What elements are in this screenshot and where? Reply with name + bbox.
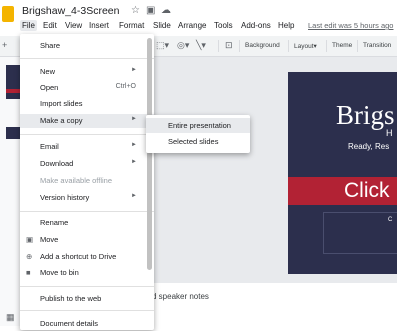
shape-icon[interactable]: ◎▾: [177, 40, 189, 51]
menu-item-email[interactable]: Email ►: [20, 140, 154, 154]
menu-item-publish[interactable]: Publish to the web: [20, 292, 154, 306]
menu-divider: [20, 134, 154, 135]
select-icon[interactable]: ⬚▾: [156, 40, 169, 51]
menu-item-open[interactable]: Open Ctrl+O: [20, 81, 154, 95]
line-icon[interactable]: ╲▾: [196, 40, 206, 51]
document-title[interactable]: Brigshaw_4-3Screen: [22, 5, 119, 17]
menu-divider: [20, 310, 154, 311]
submenu-item-label: Entire presentation: [168, 121, 231, 130]
menu-slide[interactable]: Slide: [151, 20, 173, 31]
move-folder-icon: ▣: [26, 235, 34, 244]
chevron-right-icon: ►: [131, 67, 137, 73]
star-icon[interactable]: ☆: [131, 5, 140, 16]
menu-arrange[interactable]: Arrange: [176, 20, 208, 31]
menu-divider: [20, 58, 154, 59]
slide-thumbnail[interactable]: [6, 127, 20, 139]
menu-tools[interactable]: Tools: [212, 20, 235, 31]
menu-item-label: Make a copy: [40, 116, 83, 125]
add-slide-icon[interactable]: +: [2, 40, 7, 50]
menu-divider: [20, 286, 154, 287]
menu-item-label: Share: [40, 41, 61, 50]
chevron-right-icon: ►: [131, 159, 137, 165]
menu-item-move-to-bin[interactable]: ■ Move to bin: [20, 266, 154, 280]
slide-box-text: C: [388, 217, 393, 223]
chevron-right-icon: ►: [131, 142, 137, 148]
menu-insert[interactable]: Insert: [87, 20, 111, 31]
grid-view-icon[interactable]: ▦: [6, 312, 15, 323]
menu-item-label: Email: [40, 142, 59, 151]
menu-edit[interactable]: Edit: [41, 20, 59, 31]
submenu-item-entire-presentation[interactable]: Entire presentation: [146, 118, 250, 133]
folder-icon[interactable]: ▣: [146, 5, 155, 16]
slide-filmstrip: [0, 57, 20, 326]
menu-item-label: Version history: [40, 193, 90, 202]
toolbar-divider: [288, 40, 289, 52]
toolbar-divider: [357, 40, 358, 52]
menu-item-version-history[interactable]: Version history ►: [20, 191, 154, 205]
menu-item-label: Rename: [40, 218, 69, 227]
background-button[interactable]: Background: [245, 42, 280, 49]
menu-item-download[interactable]: Download ►: [20, 157, 154, 171]
transition-button[interactable]: Transition: [363, 42, 391, 49]
speaker-notes[interactable]: d speaker notes: [152, 292, 209, 301]
menu-file[interactable]: File: [20, 20, 37, 31]
comment-icon[interactable]: ⊡: [225, 40, 233, 51]
submenu-item-label: Selected slides: [168, 137, 219, 146]
cloud-icon[interactable]: ☁: [161, 5, 171, 16]
toolbar-divider: [326, 40, 327, 52]
menu-item-label: New: [40, 67, 56, 76]
menu-item-make-a-copy[interactable]: Make a copy ►: [20, 114, 154, 128]
menu-item-add-shortcut[interactable]: ⊕ Add a shortcut to Drive: [20, 250, 154, 264]
chevron-right-icon: ►: [131, 193, 137, 199]
menu-format[interactable]: Format: [117, 20, 146, 31]
menu-item-label: Download: [40, 159, 74, 168]
shortcut-text: Ctrl+O: [115, 83, 136, 90]
thumbnail-band: [6, 89, 20, 93]
menu-item-label: Document details: [40, 319, 98, 328]
menu-item-share[interactable]: Share: [20, 39, 154, 53]
menu-item-make-available-offline: Make available offline: [20, 174, 154, 188]
last-edit-link[interactable]: Last edit was 5 hours ago: [308, 21, 393, 30]
menu-view[interactable]: View: [63, 20, 84, 31]
submenu-item-selected-slides[interactable]: Selected slides: [146, 134, 250, 149]
shortcut-icon: ⊕: [26, 252, 33, 261]
toolbar-divider: [239, 40, 240, 52]
menu-item-label: Add a shortcut to Drive: [40, 252, 117, 261]
menu-item-label: Move: [40, 235, 59, 244]
menu-item-new[interactable]: New ►: [20, 65, 154, 79]
menu-scrollbar[interactable]: [147, 38, 152, 270]
menu-item-rename[interactable]: Rename: [20, 216, 154, 230]
menu-help[interactable]: Help: [276, 20, 296, 31]
trash-icon: ■: [26, 268, 31, 277]
menu-item-import-slides[interactable]: Import slides: [20, 97, 154, 111]
slide-click-text[interactable]: Click: [344, 179, 390, 203]
slide-canvas[interactable]: Brigs H Ready, Res Click C: [288, 72, 397, 274]
chevron-right-icon: ►: [131, 116, 137, 122]
slide-heading-text[interactable]: H: [386, 128, 393, 138]
menu-item-label: Open: [40, 83, 59, 92]
menu-item-label: Publish to the web: [40, 294, 102, 303]
slide-text-box[interactable]: [323, 212, 397, 254]
menu-item-label: Move to bin: [40, 268, 79, 277]
menubar: File Edit View Insert Format Slide Arran…: [0, 20, 397, 34]
menu-item-move[interactable]: ▣ Move: [20, 233, 154, 247]
toolbar-divider: [218, 40, 219, 52]
slide-title-text[interactable]: Brigs: [336, 100, 395, 131]
layout-button[interactable]: Layout▾: [294, 42, 317, 50]
file-menu: Share New ► Open Ctrl+O Import slides Ma…: [20, 34, 154, 330]
make-a-copy-submenu: Entire presentation Selected slides: [146, 115, 250, 153]
menu-addons[interactable]: Add-ons: [239, 20, 273, 31]
menu-divider: [20, 211, 154, 212]
menu-item-label: Import slides: [40, 99, 83, 108]
theme-button[interactable]: Theme: [332, 42, 352, 49]
slide-subtitle-text[interactable]: Ready, Res: [348, 142, 389, 151]
menu-item-document-details[interactable]: Document details: [20, 317, 154, 331]
menu-item-label: Make available offline: [40, 176, 112, 185]
slide-thumbnail[interactable]: [6, 65, 20, 99]
